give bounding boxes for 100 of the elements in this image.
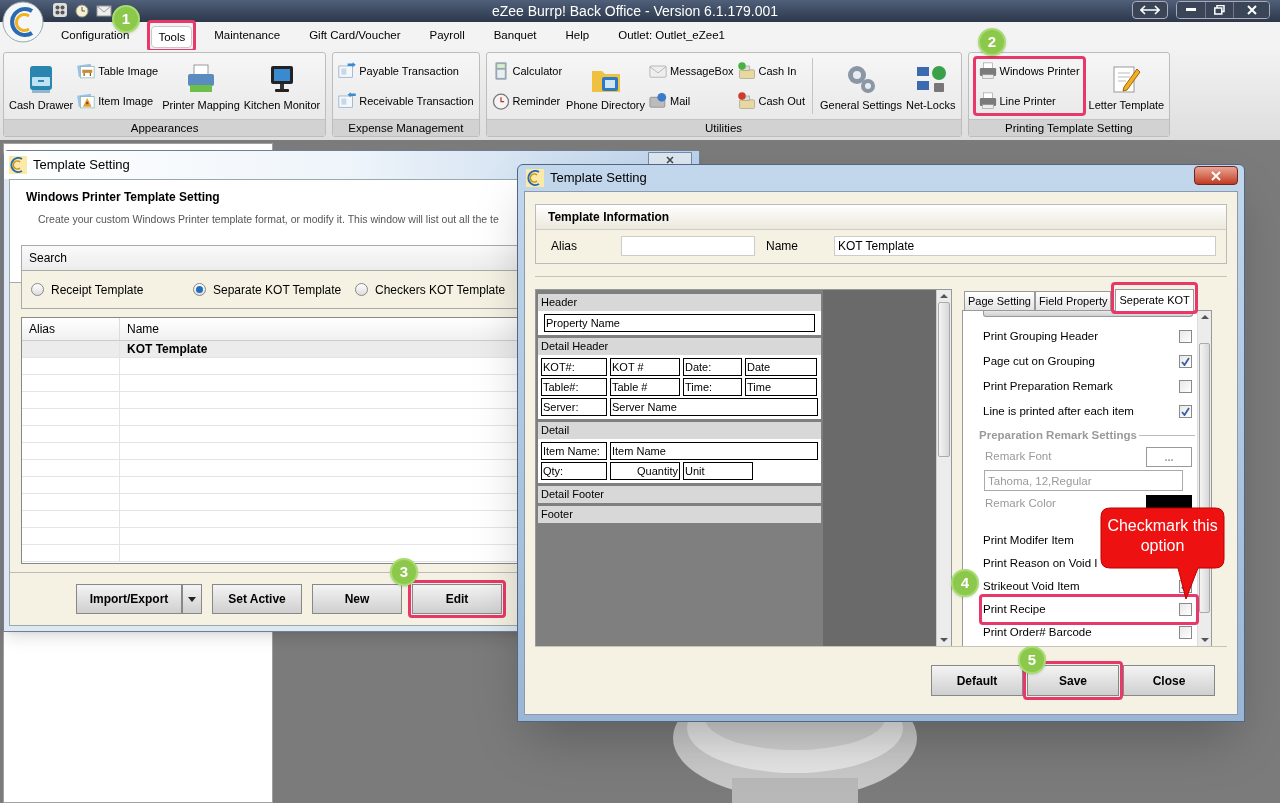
radio-button[interactable] [31,283,44,296]
ribbon-button[interactable]: General Settings [819,58,903,114]
checkbox[interactable] [1179,603,1192,616]
dialog-button[interactable]: Close [1123,665,1215,696]
close-button[interactable] [1233,2,1269,18]
ribbon-button[interactable]: Printer Mapping [161,58,241,114]
template-field[interactable]: Server: [541,398,607,416]
menu-tab[interactable]: Outlet: Outlet_eZee1 [611,25,732,47]
dropdown-field[interactable] [983,311,1193,317]
radio-button[interactable] [193,283,206,296]
template-field[interactable]: Date [745,358,817,376]
menu-tab[interactable]: Banquet [486,25,544,47]
template-field[interactable]: Unit [683,462,753,480]
template-field[interactable]: Time: [683,378,742,396]
option-label: Line is printed after each item [983,403,1134,419]
ribbon-button[interactable]: Line Printer [977,90,1081,112]
band-title: Detail Footer [541,487,604,503]
app-logo [526,169,544,187]
ribbon-button[interactable]: Net-Locks [904,58,957,114]
grid-icon[interactable] [52,2,68,18]
ribbon-button[interactable]: Reminder [490,90,564,112]
app-logo[interactable] [2,1,44,43]
group-label: Appearances [4,119,326,136]
template-field[interactable]: Quantity [610,462,680,480]
tab[interactable]: Seperate KOT [1115,288,1194,311]
ribbon-button[interactable]: MessageBox [647,60,735,82]
menu-tab[interactable]: Maintenance [207,25,288,47]
template-field[interactable]: Qty: [541,462,607,480]
name-field[interactable]: KOT Template [834,236,1216,256]
dialog-button[interactable]: Set Active [212,584,302,614]
field-label: Remark Font [984,449,1052,465]
ribbon-button[interactable]: Letter Template [1087,58,1166,114]
dialog-button[interactable]: Edit [412,584,502,614]
template-field[interactable]: KOT#: [541,358,607,376]
picture-icon [76,91,97,111]
template-field[interactable]: Time [745,378,817,396]
font-field: Tahoma, 12,Regular [984,470,1183,491]
ribbon-button[interactable]: Cash Drawer [8,58,75,114]
check-icon [1181,407,1190,416]
menu-tab[interactable]: Gift Card/Voucher [302,25,408,47]
ribbon-button[interactable]: Receivable Transaction [337,90,475,112]
template-field[interactable]: KOT # [610,358,680,376]
alias-field[interactable] [621,236,755,256]
scrollbar[interactable] [936,290,951,646]
menu-tab[interactable]: Payroll [422,25,472,47]
import-export-button[interactable]: Import/Export [76,584,182,614]
dialog-title: Template Setting [550,169,647,188]
ribbon-button[interactable]: Mail [647,90,735,112]
ribbon-button[interactable]: Calculator [490,60,564,82]
checkbox[interactable] [1179,405,1192,418]
ribbon-button[interactable]: Kitchen Monitor [242,58,322,114]
template-field[interactable]: Date: [683,358,742,376]
checkbox[interactable] [1179,355,1192,368]
ribbon-button[interactable]: Item Image [76,90,160,112]
ribbon-button[interactable]: Phone Directory [565,58,646,114]
field-label: Alias [551,238,578,255]
tab[interactable]: Page Setting [964,291,1035,310]
dialog-button[interactable]: Save [1027,665,1119,696]
template-field[interactable]: Item Name: [541,442,607,460]
dialog-button[interactable]: Default [931,665,1023,696]
band-title: Detail Header [541,339,609,355]
option-label: Print Recipe [983,601,1046,617]
dropdown-button[interactable] [182,584,202,614]
scroll-thumb[interactable] [938,302,950,457]
dialog-description: Create your custom Windows Printer template format, or modify it. This window will list out all the te [38,212,499,227]
ribbon-button[interactable]: Cash Out [736,90,807,112]
field-label: Remark Color [984,496,1056,512]
dialog-button[interactable]: New [312,584,402,614]
window-title: eZee Burrp! Back Office - Version 6.1.179.001 [491,1,779,21]
template-field[interactable]: Item Name [610,442,818,460]
dialog-title: Template Setting [33,156,130,175]
checkbox[interactable] [1179,330,1192,343]
template-field[interactable]: Server Name [610,398,818,416]
tab[interactable]: Field Property [1035,291,1112,310]
resize-button[interactable] [1132,1,1168,19]
ribbon-button[interactable]: Payable Transaction [337,60,475,82]
minimize-button[interactable] [1177,2,1205,18]
table-cell-text: KOT Template [127,341,208,358]
checkbox[interactable] [1179,380,1192,393]
restore-button[interactable] [1205,2,1233,18]
menu-tab[interactable]: Tools [151,26,193,49]
clock-icon[interactable] [74,2,90,18]
template-field[interactable]: Table#: [541,378,607,396]
group-label: Expense Management [333,119,479,136]
minimize-icon [1186,8,1196,12]
menu-tab[interactable]: Help [558,25,597,47]
ribbon-button[interactable]: Windows Printer [977,60,1081,82]
radio-button[interactable] [355,283,368,296]
template-field[interactable]: Property Name [544,314,815,332]
ribbon-button[interactable]: Table Image [76,60,160,82]
radio-label: Receipt Template [51,281,144,299]
ribbon-button[interactable]: Cash In [736,60,807,82]
template-field[interactable]: Table # [610,378,680,396]
option-label: Print Grouping Header [983,328,1099,344]
radio-label: Checkers KOT Template [375,281,506,299]
group-label: Utilities [486,119,961,136]
close-icon [666,156,674,164]
close-button[interactable] [1194,166,1238,185]
checkbox[interactable] [1179,626,1192,639]
option-label: Print Modifer Item [983,532,1074,548]
